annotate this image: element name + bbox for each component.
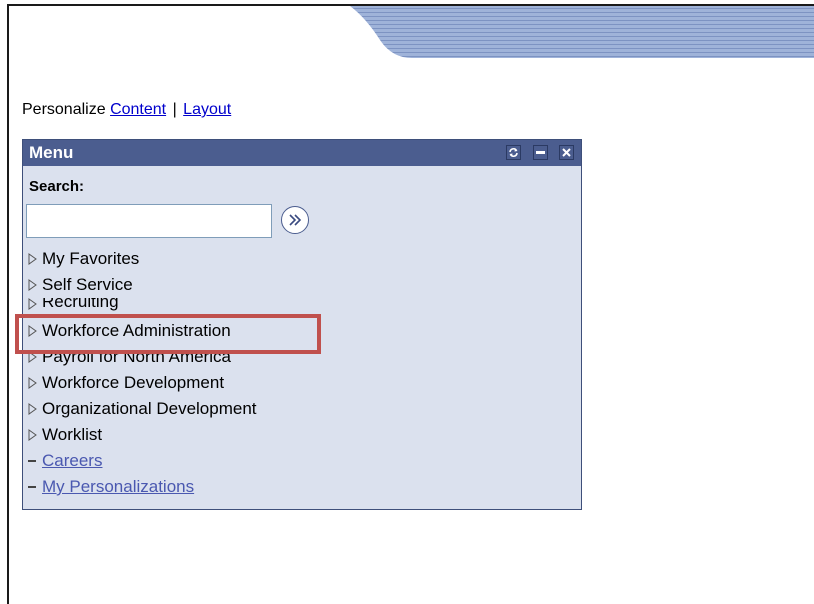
menu-item-my-personalizations[interactable]: My Personalizations [28, 474, 257, 500]
close-icon[interactable] [559, 145, 574, 160]
minimize-icon[interactable] [533, 145, 548, 160]
menu-list: My Favorites Self Service Recruiting Wor… [28, 246, 257, 500]
expand-triangle-icon [28, 279, 37, 291]
menu-title: Menu [29, 143, 74, 162]
menu-item-label: Careers [42, 451, 103, 470]
dash-icon [28, 460, 36, 462]
expand-triangle-icon [28, 377, 37, 389]
menu-item-label: My Personalizations [42, 477, 195, 496]
menu-item-my-favorites[interactable]: My Favorites [28, 246, 257, 272]
search-label: Search: [29, 178, 85, 195]
menu-item-label: Worklist [42, 425, 103, 444]
menu-item-label: Self Service [42, 275, 133, 294]
expand-triangle-icon [28, 253, 37, 265]
menu-item-self-service[interactable]: Self Service [28, 272, 257, 298]
refresh-icon[interactable] [506, 145, 521, 160]
search-input[interactable] [26, 204, 272, 238]
expand-triangle-icon [28, 298, 37, 310]
search-go-button[interactable] [281, 206, 309, 234]
menu-item-label: My Favorites [42, 249, 140, 268]
menu-item-workforce-development[interactable]: Workforce Development [28, 370, 257, 396]
header-banner [350, 6, 814, 58]
menu-item-careers[interactable]: Careers [28, 448, 257, 474]
menu-item-label: Workforce Development [42, 373, 225, 392]
separator: | [172, 101, 177, 118]
content-link[interactable]: Content [110, 101, 166, 118]
menu-item-label: Recruiting [42, 298, 119, 311]
expand-triangle-icon [28, 403, 37, 415]
menu-item-label: Organizational Development [42, 399, 257, 418]
menu-header: Menu [23, 140, 581, 166]
double-chevron-right-icon [289, 214, 302, 226]
dash-icon [28, 486, 36, 488]
personalize-label: Personalize [22, 101, 106, 118]
highlight-box [15, 314, 321, 354]
menu-item-organizational-development[interactable]: Organizational Development [28, 396, 257, 422]
menu-item-worklist[interactable]: Worklist [28, 422, 257, 448]
layout-link[interactable]: Layout [183, 101, 231, 118]
personalize-bar: Personalize Content | Layout [22, 101, 231, 119]
expand-triangle-icon [28, 429, 37, 441]
